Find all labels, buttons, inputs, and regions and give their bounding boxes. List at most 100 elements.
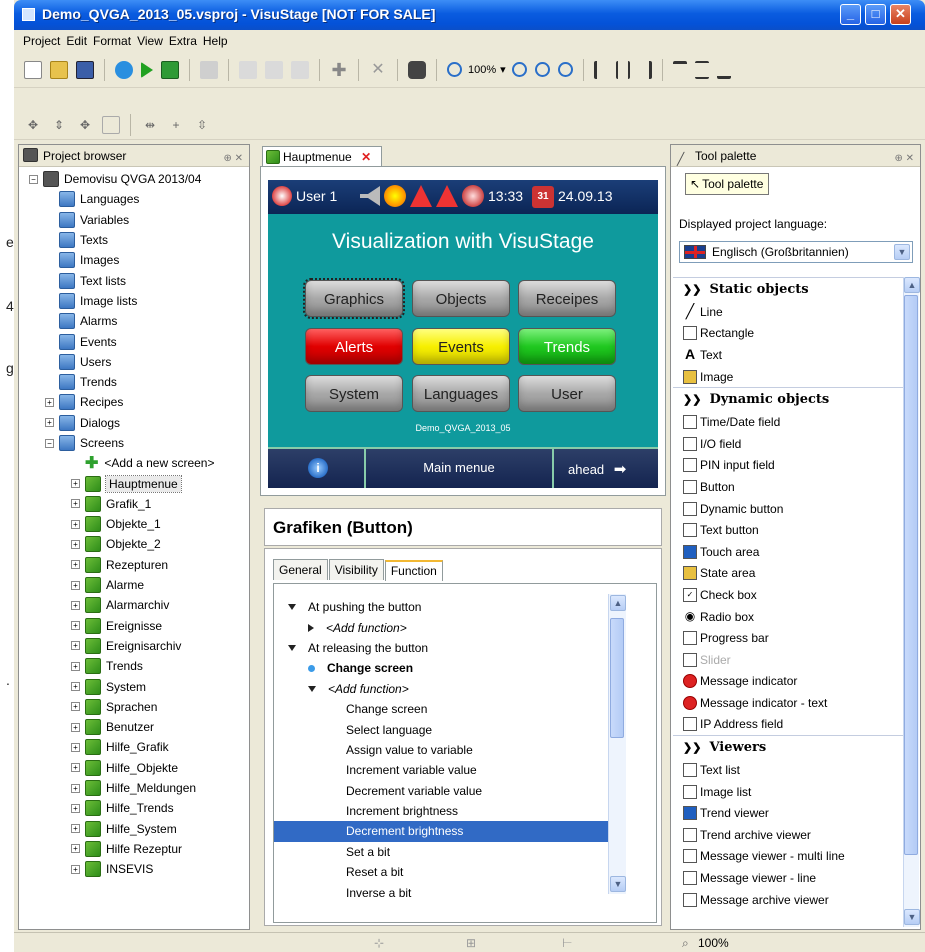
add-icon[interactable]: ✚: [330, 61, 348, 79]
collapse-triangle-icon[interactable]: [308, 685, 316, 692]
menu-format[interactable]: Format: [93, 34, 131, 48]
align-right-icon[interactable]: [638, 60, 652, 79]
function-tree-item[interactable]: Change screen: [274, 699, 608, 719]
collapse-triangle-icon[interactable]: [288, 604, 296, 611]
tree-folder-item[interactable]: Text lists: [19, 270, 249, 290]
expand-icon[interactable]: +: [71, 600, 80, 610]
expand-icon[interactable]: +: [71, 824, 80, 834]
zoom-level[interactable]: 100%: [468, 64, 496, 76]
hmi-objects-button[interactable]: Objects: [412, 280, 510, 317]
palette-item[interactable]: I/O field: [673, 433, 903, 455]
palette-scrollbar[interactable]: ▲ ▼: [903, 277, 920, 927]
collapse-triangle-icon[interactable]: [288, 644, 296, 651]
expand-icon[interactable]: +: [71, 661, 80, 671]
palette-item[interactable]: Trend archive viewer: [673, 824, 903, 846]
tab-function[interactable]: Function: [384, 560, 443, 581]
tree-folder-item[interactable]: Trends: [19, 372, 249, 392]
tree-screen-item[interactable]: + Hilfe_Grafik: [19, 737, 249, 757]
function-tree-item[interactable]: Reset a bit: [274, 862, 608, 882]
new-file-icon[interactable]: [24, 60, 42, 79]
tree-screen-item[interactable]: + Alarmarchiv: [19, 595, 249, 615]
palette-item[interactable]: ◉ Radio box: [673, 606, 903, 628]
function-tree-item[interactable]: Change screen: [274, 658, 608, 678]
pin-icon[interactable]: ⊕ ✕: [223, 148, 243, 170]
menu-help[interactable]: Help: [203, 34, 228, 48]
palette-item[interactable]: Image: [673, 366, 903, 388]
zoom-fit-icon[interactable]: [557, 62, 573, 77]
scroll-up-icon[interactable]: ▲: [610, 595, 626, 611]
distribute-icon[interactable]: ✥: [24, 116, 42, 134]
expand-icon[interactable]: −: [45, 438, 54, 448]
language-select[interactable]: Englisch (Großbritannien) ▼: [679, 241, 913, 263]
palette-item[interactable]: Rectangle: [673, 323, 903, 345]
tree-screen-item[interactable]: + Ereignisse: [19, 616, 249, 636]
scroll-up-icon[interactable]: ▲: [904, 277, 920, 293]
palette-item[interactable]: Progress bar: [673, 627, 903, 649]
tab-visibility[interactable]: Visibility: [328, 559, 384, 580]
expand-icon[interactable]: +: [71, 763, 80, 773]
palette-item[interactable]: IP Address field: [673, 714, 903, 736]
tree-screen-item[interactable]: + Hilfe Rezeptur: [19, 839, 249, 859]
tree-folder-item[interactable]: − Screens: [19, 433, 249, 453]
tree-screen-item[interactable]: + Hilfe_Meldungen: [19, 778, 249, 798]
tree-screen-item[interactable]: + Benutzer: [19, 717, 249, 737]
tree-screen-item[interactable]: + INSEVIS: [19, 859, 249, 879]
expand-icon[interactable]: +: [71, 702, 80, 712]
expand-icon[interactable]: +: [71, 844, 80, 854]
palette-item[interactable]: Dynamic button: [673, 498, 903, 520]
minimize-button[interactable]: _: [840, 4, 861, 25]
tree-folder-item[interactable]: Image lists: [19, 291, 249, 311]
tree-screen-item[interactable]: + Grafik_1: [19, 494, 249, 514]
tree-screen-item[interactable]: + System: [19, 676, 249, 696]
align-bottom-icon[interactable]: [716, 61, 731, 79]
function-tree-item[interactable]: Decrement brightness: [274, 821, 608, 842]
hmi-ahead-button[interactable]: ahead ➡: [552, 449, 658, 488]
function-tree-item[interactable]: Inverse a bit: [274, 882, 608, 902]
palette-item[interactable]: Text list: [673, 759, 903, 781]
download-icon[interactable]: [161, 60, 179, 79]
save-icon[interactable]: [76, 60, 94, 79]
tree-screen-item[interactable]: + Alarme: [19, 575, 249, 595]
zoom-icon[interactable]: [447, 62, 462, 77]
find-icon[interactable]: [408, 60, 426, 79]
scroll-thumb[interactable]: [610, 618, 624, 738]
expand-icon[interactable]: +: [71, 479, 80, 489]
space-vertical-icon[interactable]: ⇳: [193, 116, 211, 134]
expand-icon[interactable]: +: [71, 560, 80, 570]
tab-hauptmenue[interactable]: Hauptmenue ✕: [262, 146, 382, 168]
expand-icon[interactable]: +: [45, 418, 54, 428]
expand-icon[interactable]: +: [71, 783, 80, 793]
undo-icon[interactable]: [200, 60, 218, 79]
palette-item[interactable]: A Text: [673, 344, 903, 366]
category-static[interactable]: ❯❯ Static objects: [673, 277, 903, 301]
add-screen-item[interactable]: ✚ <Add a new screen>: [19, 453, 249, 473]
hmi-trends-button[interactable]: Trends: [518, 328, 616, 365]
cross-icon[interactable]: +: [167, 116, 185, 134]
pin-icon[interactable]: ⊕ ✕: [894, 148, 914, 170]
hmi-user-button[interactable]: User: [518, 375, 616, 412]
palette-item[interactable]: Slider: [673, 649, 903, 671]
compile-icon[interactable]: [115, 60, 133, 79]
menu-project[interactable]: Project: [23, 34, 60, 48]
open-folder-icon[interactable]: [50, 60, 68, 79]
function-tree-item[interactable]: <Add function>: [274, 679, 608, 699]
palette-item[interactable]: Image list: [673, 781, 903, 803]
expand-icon[interactable]: +: [71, 742, 80, 752]
expand-triangle-icon[interactable]: [308, 623, 314, 632]
function-scrollbar[interactable]: ▲ ▼: [608, 594, 626, 894]
palette-item[interactable]: ╱ Line: [673, 301, 903, 323]
hmi-receipes-button[interactable]: Receipes: [518, 280, 616, 317]
zoom-out-icon[interactable]: [534, 62, 550, 77]
tree-folder-item[interactable]: Users: [19, 352, 249, 372]
tab-general[interactable]: General: [273, 559, 328, 580]
palette-item[interactable]: Message viewer - multi line: [673, 846, 903, 868]
tree-root[interactable]: − Demovisu QVGA 2013/04: [19, 169, 249, 189]
palette-item[interactable]: Message indicator - text: [673, 692, 903, 714]
function-tree-item[interactable]: Increment variable value: [274, 760, 608, 780]
hmi-graphics-button[interactable]: Graphics: [303, 278, 405, 319]
copy-icon[interactable]: [239, 60, 257, 79]
palette-item[interactable]: Button: [673, 476, 903, 498]
tree-screen-item[interactable]: + Objekte_2: [19, 534, 249, 554]
expand-icon[interactable]: +: [71, 864, 80, 874]
menu-extra[interactable]: Extra: [169, 34, 197, 48]
